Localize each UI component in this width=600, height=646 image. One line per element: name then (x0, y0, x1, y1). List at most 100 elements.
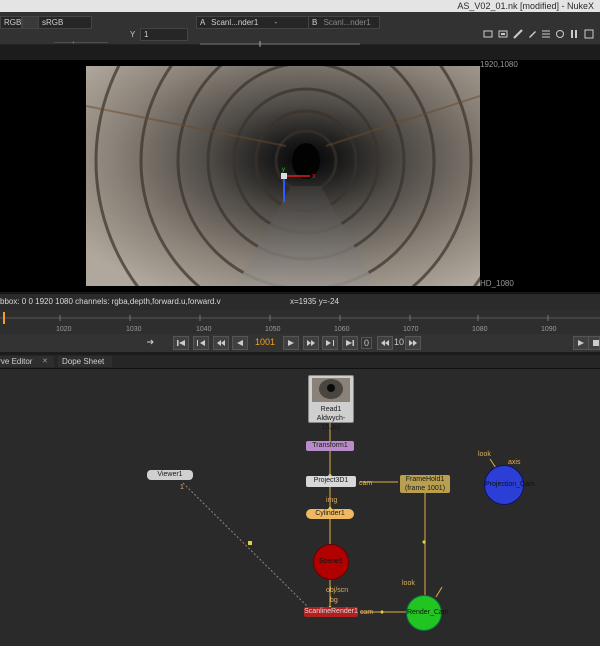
increment-field[interactable]: 10 (394, 337, 404, 347)
next-increment-button[interactable] (303, 336, 319, 350)
tab-label: Curve Editor (0, 357, 33, 366)
framehold-node[interactable]: FrameHold1 (frame 1001) (400, 475, 450, 493)
input-b-letter: B (312, 18, 318, 27)
tick-label: 1050 (265, 326, 281, 333)
read-node[interactable]: Read1 Aldwych-15.jpg (308, 375, 354, 431)
bbox-info: bbox: 0 0 1920 1080 channels: rgba,depth… (0, 297, 221, 306)
viewer-toolbar: RGB sRGB A Scanl...nder1 - B Scanl...nde… (0, 12, 600, 47)
tick-label: 1040 (196, 326, 212, 333)
tab-label: Dope Sheet (62, 357, 105, 366)
fullscreen-icon[interactable] (584, 29, 594, 39)
colorspace-right-label: sRGB (42, 18, 64, 27)
list-icon[interactable] (541, 29, 551, 39)
input-a-letter: A (200, 18, 205, 27)
last-frame-button[interactable] (342, 336, 358, 350)
viewer-info-bar: bbox: 0 0 1920 1080 channels: rgba,depth… (0, 293, 600, 310)
y-value: 1 (144, 30, 149, 39)
viewer-canvas[interactable]: 1920,1080 x y HD_1080 (0, 60, 600, 292)
close-icon[interactable]: ✕ (42, 357, 48, 365)
prev-increment-button[interactable] (213, 336, 229, 350)
paint-icon[interactable] (527, 29, 537, 39)
gain-slider[interactable] (0, 41, 190, 47)
colorspace-left-label: RGB (4, 18, 22, 27)
panel-tabs: Curve Editor ✕ Dope Sheet (0, 355, 600, 369)
scanline-render-node[interactable]: ScanlineRender1 (304, 607, 358, 617)
axis-gizmo[interactable]: x y (276, 166, 320, 204)
gamma-slider[interactable] (200, 41, 360, 47)
playback-mode-icon[interactable] (143, 336, 157, 348)
read-node-label: Read1 (320, 406, 342, 413)
axis-x-label: x (312, 173, 316, 180)
input-b-dropdown[interactable]: B Scanl...nder1 (308, 16, 380, 29)
tick-label: 1030 (126, 326, 142, 333)
colorspace-right-dropdown[interactable]: sRGB (38, 16, 92, 29)
step-back-button[interactable] (377, 336, 393, 350)
tick-label: 1020 (56, 326, 72, 333)
project3d-node-label: Project3D1 (313, 477, 349, 484)
pipe-label-bg: bg (330, 597, 338, 604)
input-b-value: Scanl...nder1 (323, 18, 371, 27)
pause-icon[interactable] (569, 29, 579, 39)
clipping-icon[interactable] (498, 29, 508, 39)
render-cam-node[interactable]: Render_Cam (406, 595, 449, 631)
prev-keyframe-button[interactable] (193, 336, 209, 350)
projection-cam-node-label: Projection_Cam (485, 481, 535, 488)
projection-cam-node[interactable]: Projection_Cam (484, 465, 535, 505)
coords-info: x=1935 y=-24 (290, 297, 339, 306)
window-title: AS_V02_01.nk [modified] - NukeX (457, 1, 594, 11)
window-title-bar: AS_V02_01.nk [modified] - NukeX (0, 0, 600, 12)
input-op: - (274, 18, 278, 27)
tab-dope-sheet[interactable]: Dope Sheet (58, 356, 112, 367)
scene-node[interactable]: Scene1 (313, 544, 349, 580)
frame-mode-field[interactable]: 0 (361, 337, 373, 349)
read-file-label: Aldwych-15.jpg (316, 415, 346, 431)
tick-label: 1090 (541, 326, 557, 333)
render-icon[interactable] (588, 336, 600, 350)
cylinder-node[interactable]: Cylinder1 (306, 509, 354, 519)
read-thumbnail (312, 378, 350, 402)
refresh-icon[interactable] (555, 29, 565, 39)
transform-node[interactable]: Transform1 (306, 441, 354, 451)
y-label: Y (130, 30, 136, 39)
pipe-label-img: img (326, 497, 338, 504)
format-bottom-label: HD_1080 (480, 279, 514, 288)
next-keyframe-button[interactable] (322, 336, 338, 350)
step-forward-button[interactable] (405, 336, 421, 350)
roi-icon[interactable] (483, 29, 493, 39)
node-graph[interactable]: Read1 Aldwych-15.jpg Transform1 Project3… (0, 369, 600, 646)
zebra-icon[interactable] (513, 29, 523, 39)
play-backward-button[interactable] (232, 336, 248, 350)
play-forward-button[interactable] (283, 336, 299, 350)
colorspace-left-dropdown[interactable]: RGB (0, 16, 22, 29)
playback-controls: 1001 0 10 (0, 334, 600, 352)
scene-node-label: Scene1 (319, 558, 343, 565)
framehold-node-label: FrameHold1 (405, 476, 445, 483)
axis-y-label: y (282, 167, 285, 173)
first-frame-button[interactable] (173, 336, 189, 350)
node-connections (182, 421, 501, 614)
framehold-frame-label: (frame 1001) (404, 485, 446, 492)
pipe-label-viewer-input: 1 (180, 484, 184, 491)
input-a-dropdown[interactable]: A Scanl...nder1 - (196, 16, 310, 29)
viewer-node-label: Viewer1 (157, 471, 183, 478)
scanline-render-node-label: ScanlineRender1 (304, 608, 358, 615)
pipe-label-look2: look (478, 451, 491, 458)
current-frame-field[interactable]: 1001 (248, 337, 282, 347)
y-value-field[interactable]: 1 (140, 28, 188, 41)
cylinder-node-label: Cylinder1 (315, 510, 345, 517)
project3d-node[interactable]: Project3D1 (306, 476, 356, 487)
pipe-label-look: look (402, 580, 415, 587)
pipe-label-obj-scn: obj/scn (326, 587, 349, 594)
flipbook-icon[interactable] (573, 336, 589, 350)
pipe-label-axis: axis (508, 459, 521, 466)
render-cam-node-label: Render_Cam (407, 609, 449, 616)
tick-label: 1080 (472, 326, 488, 333)
timeline-ruler[interactable] (0, 312, 600, 324)
tick-label: 1070 (403, 326, 419, 333)
pipe-label-cam2: cam (360, 609, 374, 616)
timeline[interactable]: 1020 1030 1040 1050 1060 1070 1080 1090 (0, 310, 600, 335)
viewer-node[interactable]: Viewer1 (147, 470, 193, 480)
transform-node-label: Transform1 (312, 442, 348, 449)
format-top-label: 1920,1080 (480, 60, 518, 69)
tick-label: 1060 (334, 326, 350, 333)
